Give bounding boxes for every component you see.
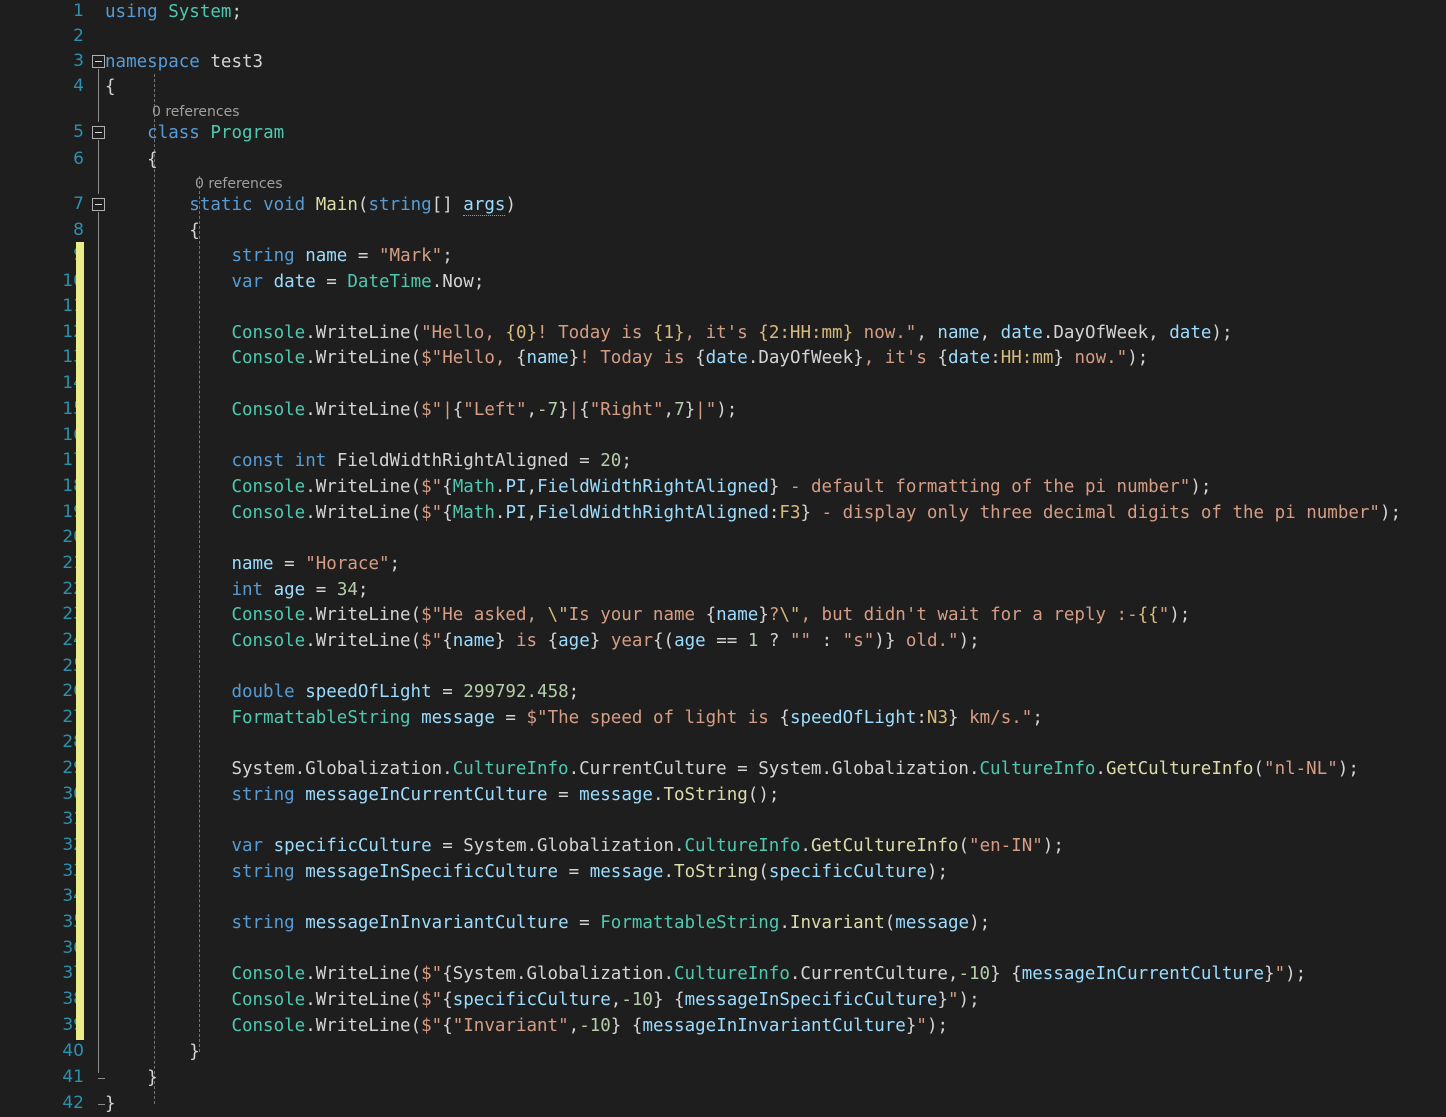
code-line-39: Console.WriteLine($"{"Invariant",-10} {m… [105, 1016, 948, 1036]
code-line-26: double speedOfLight = 299792.458; [105, 682, 579, 702]
code-line-29: System.Globalization.CultureInfo.Current… [105, 759, 1359, 779]
code-line-10: var date = DateTime.Now; [105, 272, 484, 292]
code-line-21: name = "Horace"; [105, 554, 400, 574]
code-line-8: { [105, 221, 200, 241]
code-line-40: } [105, 1042, 200, 1062]
code-line-41: } [105, 1068, 158, 1088]
codelens-class-program[interactable]: 0 references [152, 103, 240, 121]
code-editor[interactable]: 1234567891011121314151617181920212223242… [0, 0, 1446, 1117]
code-line-12: Console.WriteLine("Hello, {0}! Today is … [105, 323, 1232, 343]
code-line-42: } [105, 1094, 116, 1114]
code-surface[interactable]: 0 references 0 references using System; … [0, 0, 1446, 1117]
code-line-32: var specificCulture = System.Globalizati… [105, 836, 1064, 856]
code-line-6: { [105, 150, 158, 170]
code-line-22: int age = 34; [105, 580, 368, 600]
codelens-method-main[interactable]: 0 references [195, 175, 283, 193]
code-line-1: using System; [105, 2, 242, 22]
code-line-5: class Program [105, 123, 284, 143]
code-line-37: Console.WriteLine($"{System.Globalizatio… [105, 964, 1306, 984]
code-line-38: Console.WriteLine($"{specificCulture,-10… [105, 990, 980, 1010]
code-line-35: string messageInInvariantCulture = Forma… [105, 913, 990, 933]
code-line-4: { [105, 77, 116, 97]
code-line-18: Console.WriteLine($"{Math.PI,FieldWidthR… [105, 477, 1211, 497]
code-line-30: string messageInCurrentCulture = message… [105, 785, 779, 805]
code-line-23: Console.WriteLine($"He asked, \"Is your … [105, 605, 1190, 625]
code-line-15: Console.WriteLine($"|{"Left",-7}|{"Right… [105, 400, 737, 420]
code-line-17: const int FieldWidthRightAligned = 20; [105, 451, 632, 471]
code-line-7: static void Main(string[] args) [105, 195, 516, 215]
code-line-33: string messageInSpecificCulture = messag… [105, 862, 948, 882]
code-line-24: Console.WriteLine($"{name} is {age} year… [105, 631, 980, 651]
code-line-27: FormattableString message = $"The speed … [105, 708, 1043, 728]
code-line-13: Console.WriteLine($"Hello, {name}! Today… [105, 348, 1148, 368]
code-line-3: namespace test3 [105, 52, 263, 72]
code-line-9: string name = "Mark"; [105, 246, 453, 266]
code-line-19: Console.WriteLine($"{Math.PI,FieldWidthR… [105, 503, 1401, 523]
